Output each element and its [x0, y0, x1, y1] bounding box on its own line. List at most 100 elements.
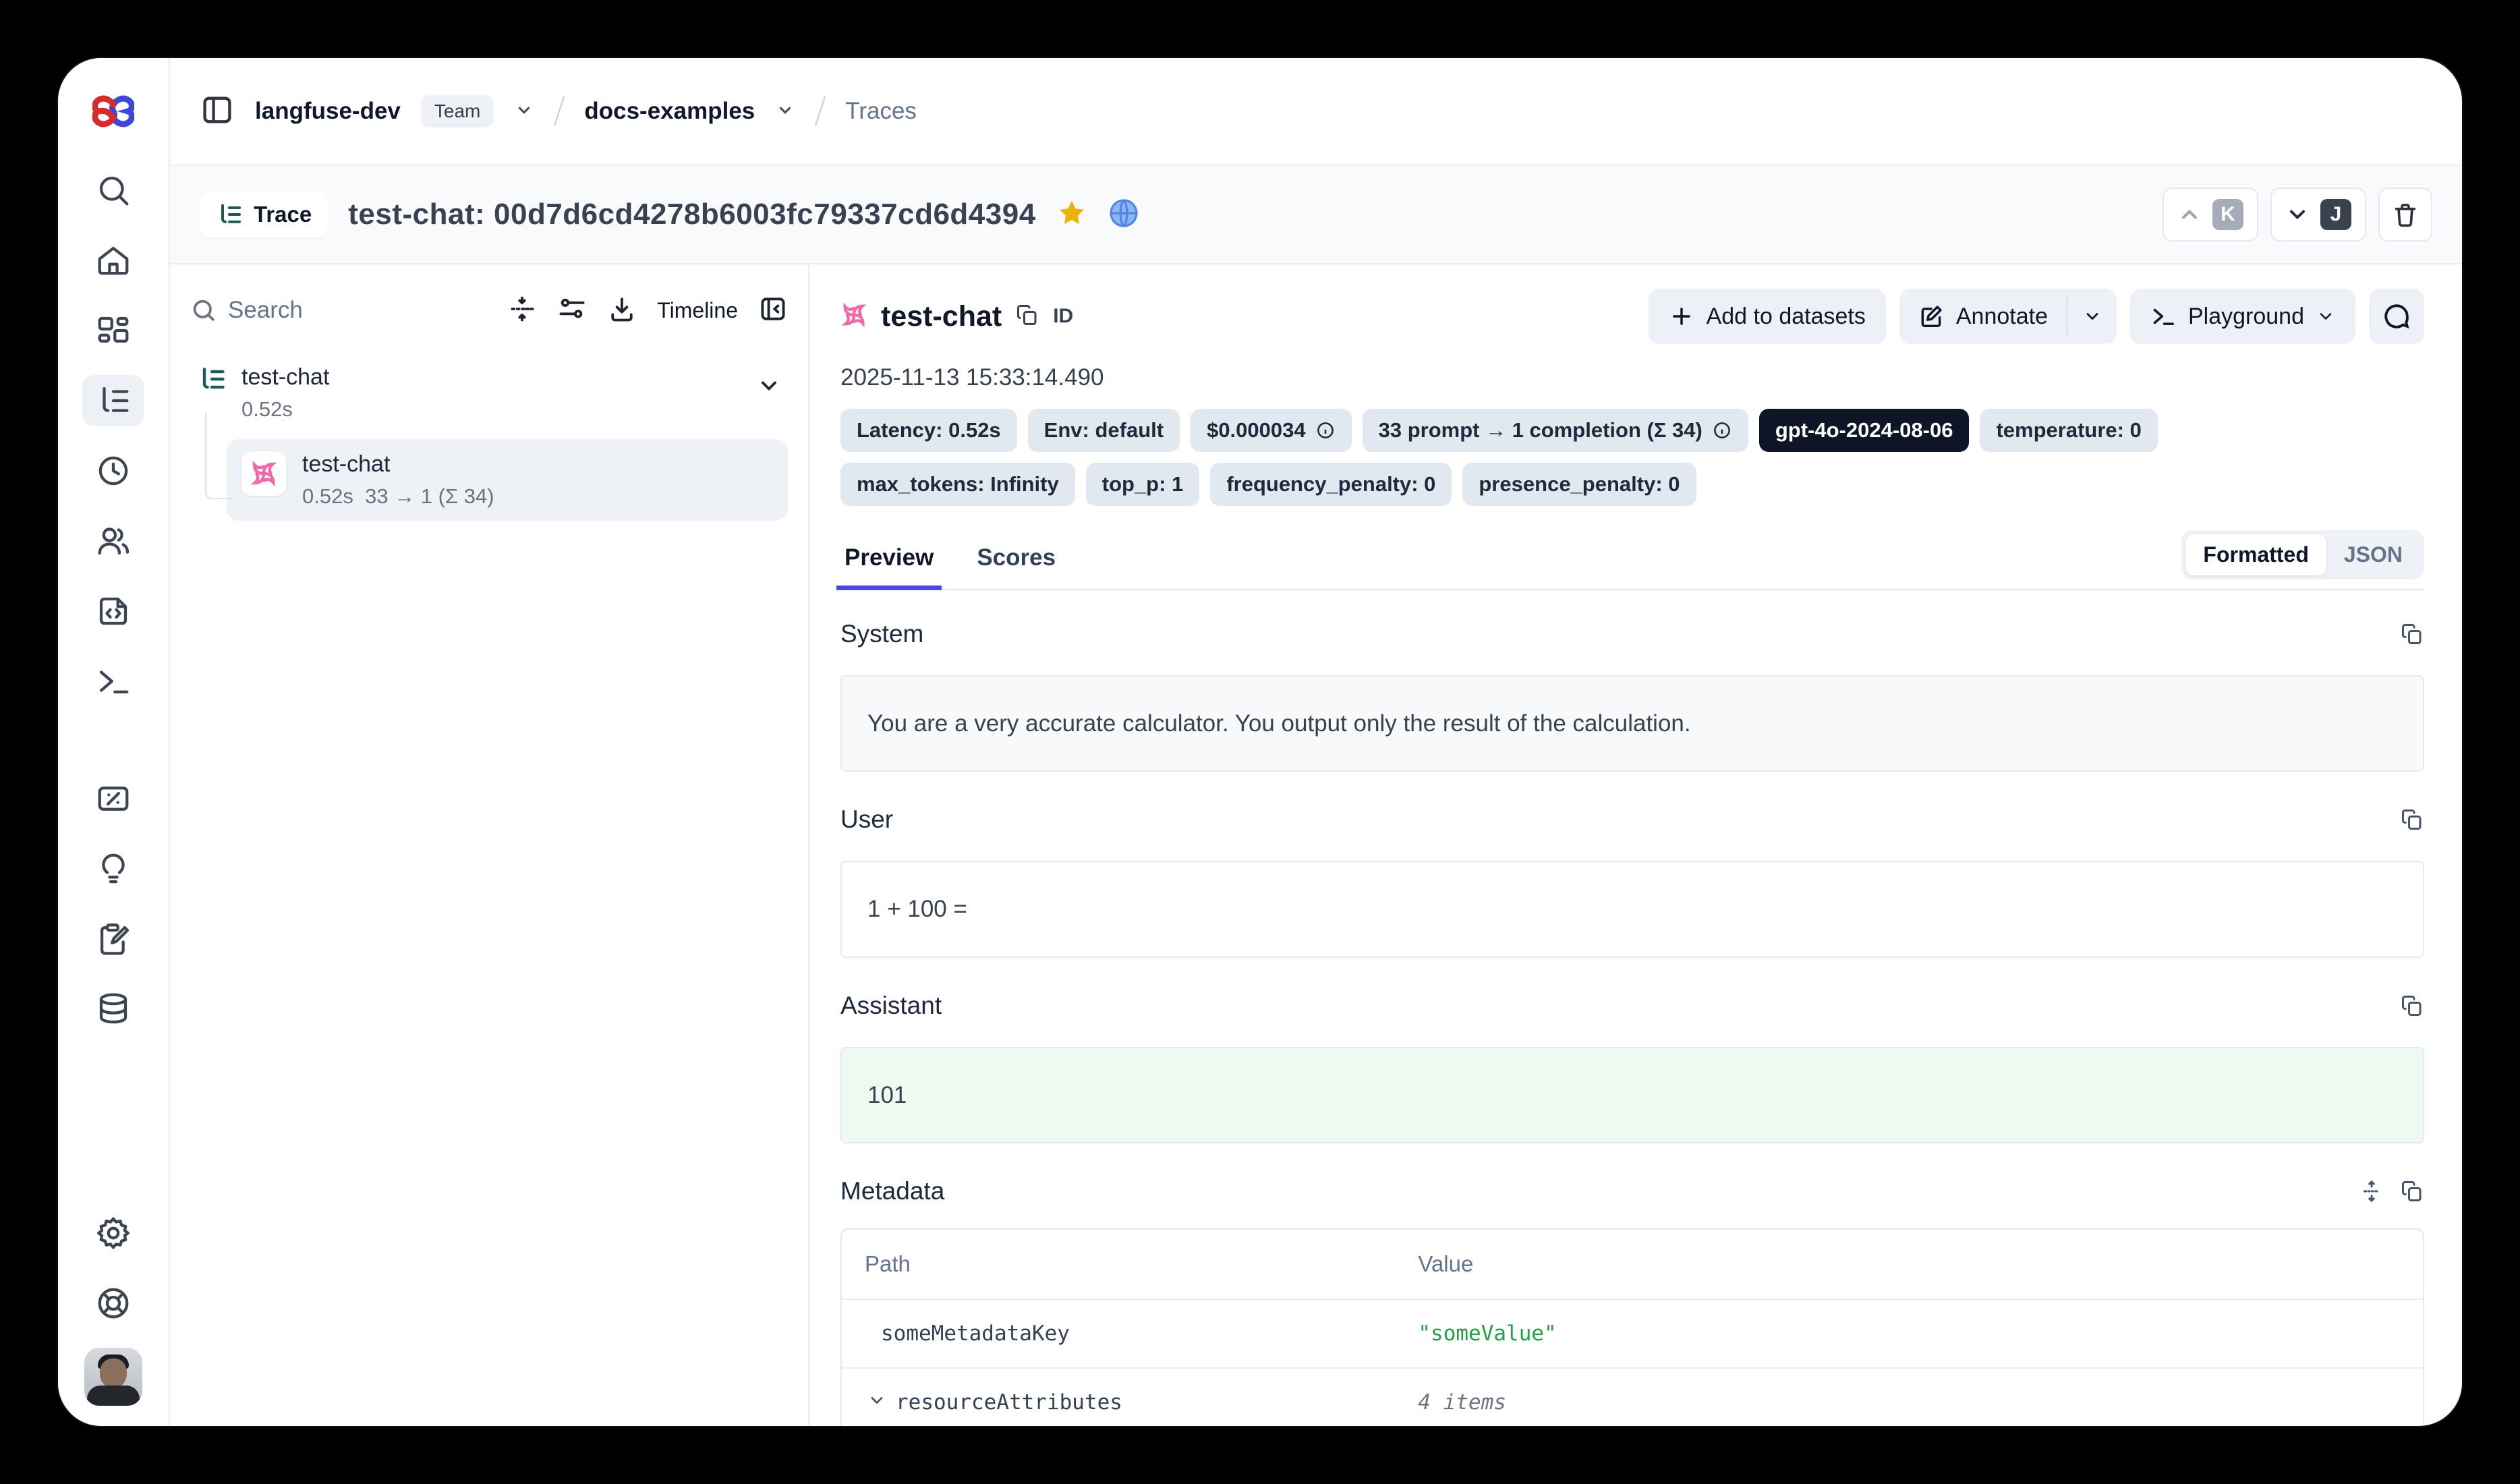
tree-row-trace[interactable]: test-chat 0.52s — [190, 360, 788, 426]
copy-icon[interactable] — [2400, 622, 2424, 646]
tab-scores[interactable]: Scores — [973, 544, 1060, 589]
delete-trace-button[interactable] — [2378, 188, 2432, 241]
assistant-message-content: 101 — [840, 1047, 2424, 1143]
team-badge: Team — [421, 95, 494, 127]
detail-tabs: Preview Scores Formatted JSON — [840, 530, 2424, 590]
edit-square-icon — [1918, 304, 1944, 329]
tree-row-generation-selected[interactable]: test-chat 0.52s 33 → 1 (Σ 34) — [227, 439, 788, 521]
user-avatar[interactable] — [84, 1348, 142, 1406]
tree-settings-button[interactable] — [557, 294, 587, 327]
users-icon — [95, 523, 132, 559]
sidebar-rail — [58, 58, 170, 1426]
list-tree-icon — [95, 382, 132, 419]
panel-collapse-icon — [758, 294, 788, 324]
org-logo[interactable] — [58, 58, 169, 165]
metadata-key: someMetadataKey — [881, 1321, 1070, 1346]
metadata-value-summary: 4 items — [1418, 1390, 1506, 1415]
chevron-down-icon[interactable] — [514, 100, 534, 123]
star-icon[interactable] — [1056, 198, 1087, 232]
prev-trace-button[interactable]: K — [2163, 188, 2258, 241]
view-toggle: Formatted JSON — [2181, 530, 2424, 579]
collapse-panel-button[interactable] — [758, 294, 788, 327]
annotate-split-button: Annotate — [1899, 289, 2117, 344]
search-input[interactable] — [228, 297, 376, 324]
sidebar-item-datasets[interactable] — [82, 983, 144, 1035]
assistant-section-title: Assistant — [840, 992, 942, 1020]
comments-button[interactable] — [2369, 289, 2424, 344]
cost-badge[interactable]: $0.000034 — [1191, 409, 1352, 452]
sidebar-item-home[interactable] — [82, 235, 144, 286]
sidebar-item-dashboards[interactable] — [82, 305, 144, 356]
next-trace-button[interactable]: J — [2270, 188, 2366, 241]
collapse-all-button[interactable] — [507, 294, 537, 327]
max-tokens-badge: max_tokens: Infinity — [840, 463, 1075, 506]
toggle-json[interactable]: JSON — [2326, 534, 2420, 575]
assistant-section: Assistant 101 — [840, 992, 2424, 1143]
gear-icon — [95, 1215, 132, 1251]
plus-icon — [1669, 304, 1694, 329]
detail-scroll-area[interactable]: System You are a very accurate calculato… — [840, 590, 2424, 1426]
breadcrumb-environment[interactable]: docs-examples — [584, 98, 755, 125]
copy-icon[interactable] — [2400, 1179, 2424, 1203]
playground-button[interactable]: Playground — [2130, 289, 2355, 344]
copy-icon[interactable] — [2400, 994, 2424, 1018]
frequency-penalty-badge: frequency_penalty: 0 — [1210, 463, 1452, 506]
breadcrumb-project[interactable]: langfuse-dev — [255, 98, 401, 125]
tree-child-tokens: 33 → 1 (Σ 34) — [365, 484, 494, 508]
lightbulb-icon — [95, 851, 132, 887]
breadcrumb-page: Traces — [845, 98, 917, 125]
annotate-button[interactable]: Annotate — [1899, 289, 2067, 344]
column-value: Value — [1395, 1230, 1496, 1298]
shortcut-key-k: K — [2212, 199, 2243, 230]
tokens-badge[interactable]: 33 prompt → 1 completion (Σ 34) — [1363, 409, 1748, 452]
timeline-toggle[interactable]: Timeline — [657, 298, 738, 323]
add-to-datasets-button[interactable]: Add to datasets — [1649, 289, 1886, 344]
chevron-down-icon[interactable] — [775, 100, 795, 123]
shortcut-key-j: J — [2320, 199, 2351, 230]
globe-icon[interactable] — [1108, 197, 1140, 233]
download-button[interactable] — [607, 294, 637, 327]
chevron-up-icon — [2177, 202, 2202, 227]
tree-root-latency: 0.52s — [241, 397, 329, 422]
metadata-value: "someValue" — [1418, 1321, 1556, 1346]
system-section-title: System — [840, 620, 923, 648]
model-badge[interactable]: gpt-4o-2024-08-06 — [1759, 409, 1970, 452]
trace-tree-panel: Timeline test-chat 0.52s — [170, 264, 809, 1426]
chevron-down-icon[interactable] — [757, 374, 781, 401]
clock-icon — [95, 453, 132, 489]
breadcrumb: langfuse-dev Team docs-examples Traces — [170, 58, 2462, 165]
system-section: System You are a very accurate calculato… — [840, 620, 2424, 772]
chevron-down-icon — [2285, 202, 2310, 227]
sidebar-item-scores[interactable] — [82, 773, 144, 824]
sidebar-item-users[interactable] — [82, 515, 144, 567]
chevron-down-icon[interactable] — [867, 1391, 886, 1413]
grid-icon — [95, 312, 132, 349]
sidebar-item-search[interactable] — [82, 165, 144, 216]
sidebar-item-settings[interactable] — [82, 1207, 144, 1259]
sidebar-item-tracing[interactable] — [82, 375, 144, 426]
sidebar-item-support[interactable] — [82, 1278, 144, 1329]
user-section: User 1 + 100 = — [840, 805, 2424, 957]
fold-vertical-icon — [507, 294, 537, 324]
tab-preview[interactable]: Preview — [840, 544, 938, 589]
sidebar-item-evaluation[interactable] — [82, 843, 144, 894]
temperature-badge: temperature: 0 — [1980, 409, 2157, 452]
copy-icon[interactable] — [2400, 807, 2424, 832]
observation-detail-panel: test-chat ID Add to datasets — [809, 264, 2462, 1426]
copy-icon — [1015, 303, 1039, 327]
tree-child-latency: 0.52s — [302, 484, 353, 508]
column-path: Path — [842, 1230, 1395, 1298]
search-icon — [190, 297, 217, 324]
tree-search[interactable] — [190, 297, 487, 324]
metadata-section-title: Metadata — [840, 1177, 944, 1205]
toggle-formatted[interactable]: Formatted — [2185, 534, 2326, 575]
sidebar-toggle-icon[interactable] — [200, 92, 235, 131]
sidebar-item-sessions[interactable] — [82, 445, 144, 496]
sidebar-item-annotation-queues[interactable] — [82, 913, 144, 965]
sidebar-item-playground[interactable] — [82, 656, 144, 707]
table-row-expandable[interactable]: resourceAttributes 4 items — [842, 1367, 2423, 1426]
sidebar-item-prompts[interactable] — [82, 586, 144, 637]
copy-id-button[interactable] — [1015, 303, 1039, 331]
annotate-dropdown-button[interactable] — [2068, 289, 2117, 344]
expand-vertical-icon[interactable] — [2359, 1179, 2384, 1203]
